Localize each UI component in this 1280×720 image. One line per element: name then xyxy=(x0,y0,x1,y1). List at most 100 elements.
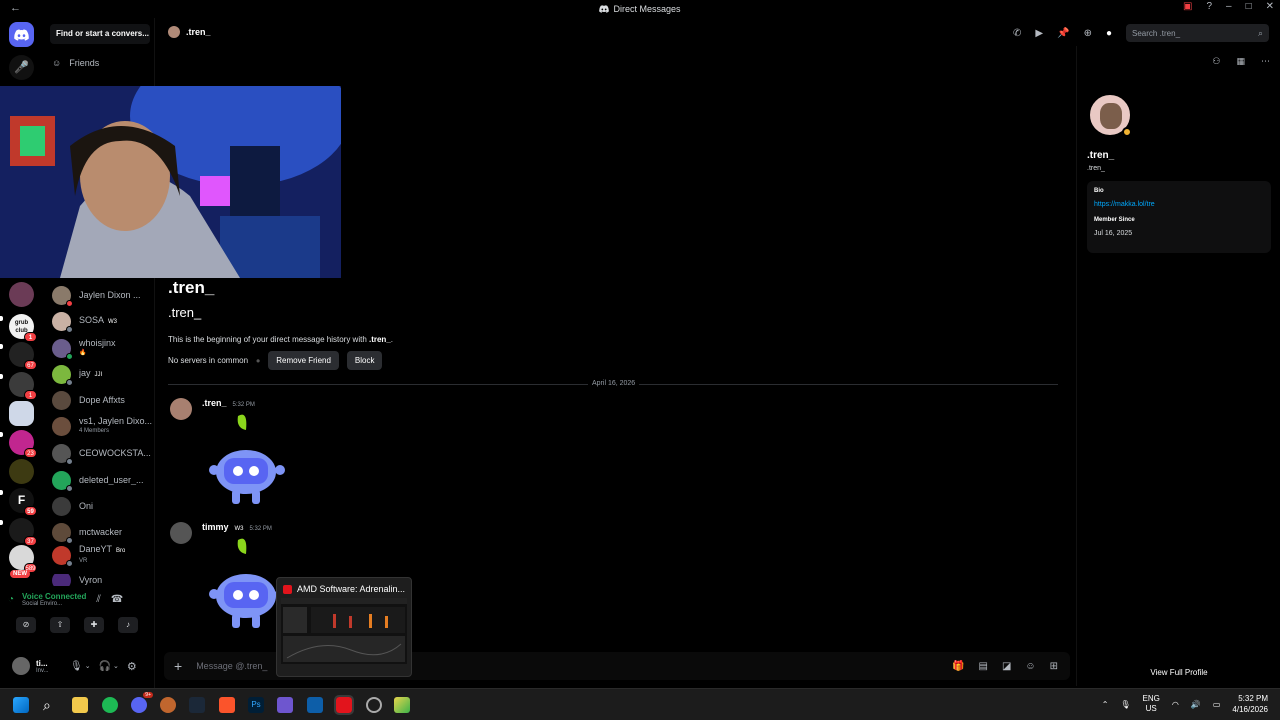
help-icon[interactable]: ? xyxy=(1206,1,1212,12)
profile-avatar[interactable] xyxy=(1087,92,1133,138)
file-explorer-icon[interactable] xyxy=(72,697,88,713)
spotify-icon[interactable] xyxy=(102,697,118,713)
message-input[interactable]: Message @.tren_ xyxy=(196,661,267,671)
sticker-icon[interactable]: ◪ xyxy=(1002,661,1011,672)
inbox-icon[interactable]: ▣ xyxy=(1183,1,1192,12)
minimize-button[interactable]: – xyxy=(1226,1,1232,12)
pinned-messages-icon[interactable]: 📌 xyxy=(1057,28,1069,39)
mention-badge: 37 xyxy=(24,536,37,546)
server-icon[interactable]: 67 xyxy=(9,342,37,370)
voice-status[interactable]: Voice Connected xyxy=(22,592,86,601)
steam-icon[interactable] xyxy=(189,697,205,713)
dm-item[interactable]: whoisjinx 🔥 xyxy=(52,337,152,360)
amd-software-icon[interactable] xyxy=(334,695,354,715)
emoji-icon[interactable]: ☺ xyxy=(1025,661,1035,672)
server-icon[interactable] xyxy=(9,459,34,484)
disconnect-icon[interactable]: ☎ xyxy=(111,594,123,605)
app-icon[interactable] xyxy=(366,697,382,713)
microphone-tray-icon[interactable]: 🎙 xyxy=(1120,700,1130,709)
server-icon[interactable]: 589 xyxy=(9,545,37,573)
dm-item[interactable]: CEOWOCKSTA... xyxy=(52,442,152,465)
add-friends-to-dm-icon[interactable]: ⊕ xyxy=(1084,28,1092,39)
avatar[interactable] xyxy=(12,657,30,675)
taskbar-thumbnail-popup[interactable]: AMD Software: Adrenalin... xyxy=(276,577,412,677)
discord-taskbar-icon[interactable]: 9+ xyxy=(131,692,153,713)
app-icon[interactable] xyxy=(277,697,293,713)
back-arrow-icon[interactable]: ← xyxy=(10,2,21,14)
server-icon[interactable]: F 59 xyxy=(9,488,37,516)
gif-icon[interactable]: ▤ xyxy=(978,661,987,672)
message-author[interactable]: timmy xyxy=(202,522,229,532)
dm-item[interactable]: mctwacker xyxy=(52,521,152,544)
dm-item[interactable]: Vyron xyxy=(52,574,152,586)
microphone-icon[interactable]: 🎙 xyxy=(70,661,83,672)
apps-icon[interactable]: ⊞ xyxy=(1050,661,1058,672)
chevron-down-icon[interactable]: ⌄ xyxy=(85,662,91,670)
server-icon[interactable]: 23 xyxy=(9,430,37,458)
search-input[interactable]: Search .tren_ ⌕ xyxy=(1126,24,1269,42)
dm-item[interactable]: DaneYT Bro VR xyxy=(52,544,152,567)
language-indicator[interactable]: ENG US xyxy=(1143,694,1160,714)
dm-item[interactable]: Dope Affxts xyxy=(52,389,152,411)
app-icon[interactable] xyxy=(160,697,176,713)
server-icon[interactable] xyxy=(9,401,34,426)
friends-nav-item[interactable]: ☺ Friends xyxy=(52,58,99,68)
headphones-icon[interactable]: 🎧 xyxy=(99,661,111,672)
gift-icon[interactable]: 🎁 xyxy=(952,661,964,672)
dm-item[interactable]: vs1, Jaylen Dixo... 4 Members xyxy=(52,415,152,437)
noise-suppression-icon[interactable]: ⫽ xyxy=(96,594,100,605)
avatar xyxy=(52,545,73,567)
windows-start-icon[interactable] xyxy=(13,697,29,713)
user-panel: ti... Inv... 🎙 ⌄ 🎧 ⌄ ⚙ xyxy=(8,652,153,680)
clock[interactable]: 5:32 PM 4/16/2026 xyxy=(1232,693,1268,715)
video-call-icon[interactable]: ▶ xyxy=(1035,28,1043,39)
dm-item[interactable]: jay JJI xyxy=(52,363,152,386)
search-icon[interactable]: ⌕ xyxy=(43,697,59,713)
share-screen-button[interactable]: ⇧ xyxy=(50,617,70,633)
bio-link[interactable]: https://makka.lol/tre xyxy=(1094,201,1264,208)
server-grub-club[interactable]: grub club 1 xyxy=(9,314,37,342)
user-profile-icon[interactable]: ● xyxy=(1106,28,1112,39)
server-icon[interactable] xyxy=(9,282,34,307)
wifi-icon[interactable]: ◠ xyxy=(1172,700,1179,709)
message-author[interactable]: .tren_ xyxy=(202,398,227,408)
soundboard-button[interactable]: ♪ xyxy=(118,617,138,633)
dm-item[interactable]: Jaylen Dixon ... xyxy=(52,284,152,307)
close-button[interactable]: ✕ xyxy=(1266,1,1274,12)
block-button[interactable]: Block xyxy=(346,351,383,370)
show-hidden-icons-icon[interactable]: ⌃ xyxy=(1102,700,1109,709)
dm-item[interactable]: deleted_user_... xyxy=(52,469,152,492)
add-friend-icon[interactable]: ⚇ xyxy=(1212,56,1220,67)
server-icon[interactable]: 1 xyxy=(9,372,37,400)
find-conversation-input[interactable]: Find or start a convers... xyxy=(50,24,150,44)
mention-badge: 23 xyxy=(24,448,37,458)
maximize-button[interactable]: □ xyxy=(1246,1,1252,12)
server-icon[interactable]: 37 xyxy=(9,518,37,546)
photoshop-icon[interactable]: Ps xyxy=(248,697,264,713)
voice-call-icon[interactable]: ✆ xyxy=(1013,28,1021,39)
app-icon[interactable] xyxy=(307,697,323,713)
activities-button[interactable]: ✚ xyxy=(84,617,104,633)
more-options-icon[interactable]: ⋯ xyxy=(1261,56,1270,67)
camera-off-button[interactable]: ⊘ xyxy=(16,617,36,633)
chevron-down-icon[interactable]: ⌄ xyxy=(113,662,119,670)
signal-icon[interactable]: ◔ xyxy=(8,594,14,605)
gift-icon[interactable]: ▦ xyxy=(1236,56,1245,67)
avatar[interactable] xyxy=(170,522,192,544)
settings-gear-icon[interactable]: ⚙ xyxy=(127,660,137,673)
app-preview-thumbnail xyxy=(281,598,407,664)
add-attachment-icon[interactable]: + xyxy=(174,658,182,674)
dm-item[interactable]: SOSA W3 xyxy=(52,310,152,333)
avatar xyxy=(52,285,73,307)
home-button[interactable] xyxy=(9,22,34,47)
app-icon[interactable] xyxy=(394,697,410,713)
volume-icon[interactable]: 🔊 xyxy=(1191,700,1201,709)
view-full-profile-button[interactable]: View Full Profile xyxy=(1077,668,1280,677)
voice-channel[interactable]: Social Enviro... xyxy=(22,601,86,607)
brave-browser-icon[interactable] xyxy=(219,697,235,713)
battery-icon[interactable]: ▭ xyxy=(1213,700,1221,709)
avatar[interactable] xyxy=(170,398,192,420)
dm-item[interactable]: Oni xyxy=(52,495,152,517)
mic-server-icon[interactable]: 🎤 xyxy=(9,55,34,80)
remove-friend-button[interactable]: Remove Friend xyxy=(268,351,339,370)
